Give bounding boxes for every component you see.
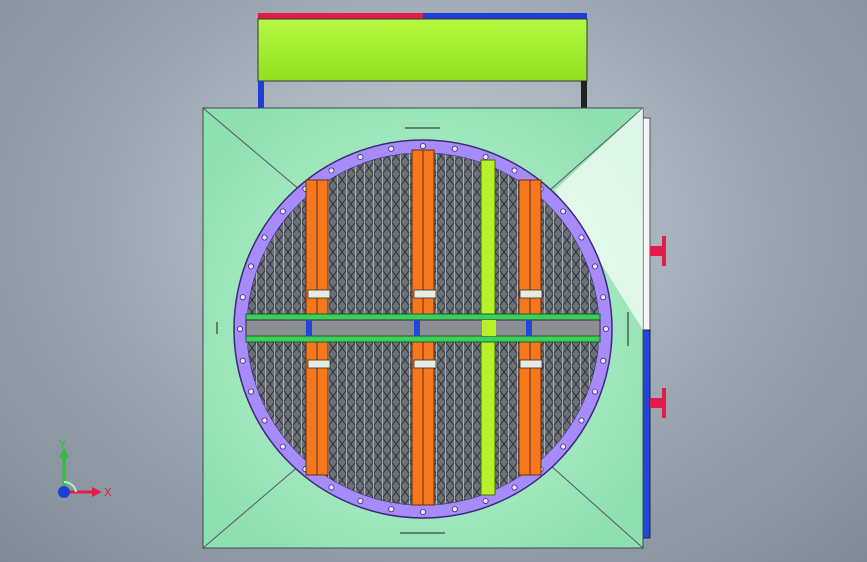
bolt-hole xyxy=(560,208,567,215)
bracket xyxy=(413,359,437,369)
bolt-hole xyxy=(591,388,598,395)
nozzle-lower[interactable] xyxy=(650,398,662,408)
bracket xyxy=(519,289,543,299)
bracket xyxy=(519,359,543,369)
top-box xyxy=(257,18,588,82)
bolt-hole xyxy=(511,484,518,491)
clip-2 xyxy=(414,320,420,336)
bolt-hole xyxy=(560,443,567,450)
bolt-hole xyxy=(451,145,458,152)
crossbars[interactable] xyxy=(245,313,601,343)
bolt-hole xyxy=(451,506,458,513)
crossbar-middle xyxy=(245,319,601,337)
crossbar-lower xyxy=(245,335,601,343)
bolt-hole xyxy=(261,417,268,424)
bolt-hole xyxy=(236,325,243,332)
bolt-hole xyxy=(357,497,364,504)
x-axis-head-icon xyxy=(92,487,102,497)
bolt-hole xyxy=(482,154,489,161)
bolt-hole xyxy=(600,357,607,364)
nozzle-upper-flange xyxy=(662,236,666,266)
nozzle-upper[interactable] xyxy=(650,246,662,256)
bolt-hole xyxy=(578,234,585,241)
bolt-hole xyxy=(279,443,286,450)
bolt-hole xyxy=(239,294,246,301)
bolt-hole xyxy=(279,208,286,215)
top-leg-left xyxy=(258,81,264,109)
bolt-hole xyxy=(511,167,518,174)
bolt-hole xyxy=(603,325,610,332)
axis-triad: Y X xyxy=(58,438,112,499)
top-housing[interactable] xyxy=(257,13,588,109)
bolt-hole xyxy=(482,497,489,504)
top-rail-left xyxy=(258,13,423,19)
clip-1 xyxy=(306,320,312,336)
bolt-hole xyxy=(388,506,395,513)
bolt-hole xyxy=(248,388,255,395)
top-rail-right xyxy=(423,13,587,19)
side-panels[interactable] xyxy=(641,117,666,539)
clip-3 xyxy=(482,320,496,336)
x-axis-label: X xyxy=(104,486,112,499)
bolt-hole xyxy=(419,142,426,149)
bolt-hole xyxy=(578,417,585,424)
clip-4 xyxy=(526,320,532,336)
top-leg-right xyxy=(581,81,587,109)
heat-exchanger-model[interactable] xyxy=(0,0,867,562)
bolt-hole xyxy=(388,145,395,152)
bolt-hole xyxy=(357,154,364,161)
crossbar-upper xyxy=(245,313,601,321)
bolt-hole xyxy=(239,357,246,364)
nozzle-lower-flange xyxy=(662,388,666,418)
bolt-hole xyxy=(261,234,268,241)
z-axis-dot-icon xyxy=(58,486,70,498)
bolt-hole xyxy=(328,167,335,174)
bolt-hole xyxy=(248,263,255,270)
bracket xyxy=(307,359,331,369)
bracket xyxy=(413,289,437,299)
bolt-hole xyxy=(328,484,335,491)
bracket xyxy=(307,289,331,299)
bolt-hole xyxy=(591,263,598,270)
y-axis-label: Y xyxy=(58,438,66,451)
bolt-hole xyxy=(419,508,426,515)
bolt-hole xyxy=(600,294,607,301)
cad-viewport[interactable]: Y X xyxy=(0,0,867,562)
